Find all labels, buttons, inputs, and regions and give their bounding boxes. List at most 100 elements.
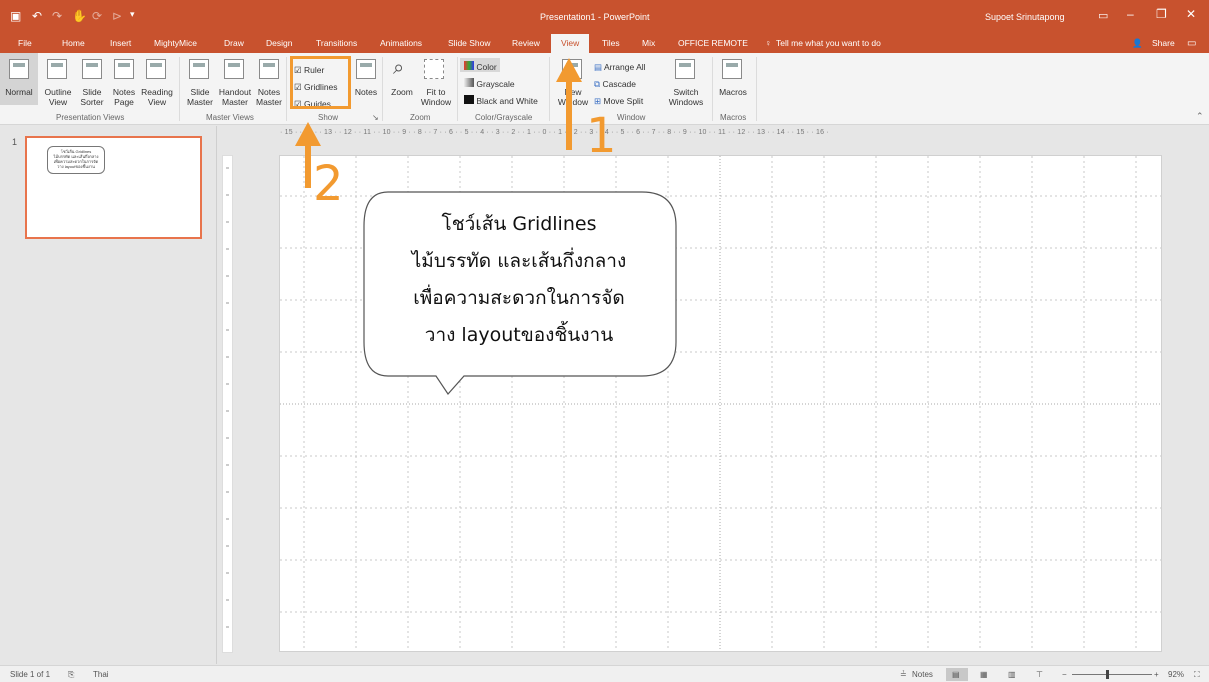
tab-office-remote[interactable]: OFFICE REMOTE xyxy=(678,38,748,48)
comments-icon[interactable]: ▭ xyxy=(1187,38,1196,49)
share-icon[interactable]: 👤 xyxy=(1132,38,1143,49)
new-window-button[interactable]: New Window xyxy=(556,87,590,107)
minimize-icon[interactable]: – xyxy=(1127,7,1134,21)
color-label: Color xyxy=(476,62,497,72)
notes-page-button[interactable]: Notes Page xyxy=(110,87,138,107)
close-icon[interactable]: ✕ xyxy=(1186,7,1196,21)
collapse-ribbon-icon[interactable]: ⌃ xyxy=(1196,111,1204,122)
save-icon[interactable]: ▣ xyxy=(10,9,21,23)
color-options: Color Grayscale Black and White xyxy=(464,59,538,110)
zoom-in-icon[interactable]: + xyxy=(1154,670,1159,679)
handout-master-icon xyxy=(224,59,244,79)
slide-sorter-icon xyxy=(82,59,102,79)
tab-view-active[interactable]: View xyxy=(551,34,589,53)
divider xyxy=(179,57,180,121)
cascade-button[interactable]: ⧉ Cascade xyxy=(594,76,646,93)
grayscale-option[interactable]: Grayscale xyxy=(464,76,538,93)
redo-icon[interactable]: ↷ xyxy=(52,9,62,23)
tab-home[interactable]: Home xyxy=(62,38,85,48)
show-label: Show xyxy=(318,113,339,122)
customize-qat-icon[interactable]: ▾ xyxy=(130,9,135,20)
tab-review[interactable]: Review xyxy=(512,38,540,48)
zoom-slider-thumb[interactable] xyxy=(1106,670,1109,679)
maximize-icon[interactable]: ❐ xyxy=(1156,7,1167,21)
language-indicator[interactable]: Thai xyxy=(93,670,109,679)
window-title: Presentation1 - PowerPoint xyxy=(540,12,650,22)
cascade-label: Cascade xyxy=(602,79,637,89)
slide-sorter-button[interactable]: Slide Sorter xyxy=(77,87,107,107)
slide-thumbnails-pane: 1 โชว์เส้น Gridlines ไม้บรรทัด และเส้นกึ… xyxy=(0,126,217,664)
ribbon-display-icon[interactable]: ▭ xyxy=(1098,9,1108,22)
tab-mix[interactable]: Mix xyxy=(642,38,655,48)
tell-me-box[interactable]: Tell me what you want to do xyxy=(776,38,881,48)
macros-icon xyxy=(722,59,742,79)
notes-icon: ≟ xyxy=(900,670,907,679)
touch-mode-icon[interactable]: ✋ xyxy=(72,9,87,23)
zoom-out-icon[interactable]: − xyxy=(1062,670,1067,679)
slide-sorter-status-icon[interactable]: ▦ xyxy=(980,670,988,679)
normal-view-status-icon[interactable]: ▤ xyxy=(952,670,960,679)
slide-master-button[interactable]: Slide Master xyxy=(183,87,217,107)
black-white-swatch-icon xyxy=(464,95,474,104)
reading-view-button[interactable]: Reading View xyxy=(140,87,174,107)
grayscale-label: Grayscale xyxy=(476,79,515,89)
zoom-button[interactable]: Zoom xyxy=(387,87,417,97)
slide-thumbnail[interactable]: โชว์เส้น Gridlines ไม้บรรทัด และเส้นกึ่ง… xyxy=(25,136,202,239)
switch-windows-button[interactable]: Switch Windows xyxy=(664,87,708,107)
lightbulb-icon: ♀ xyxy=(765,38,772,48)
divider xyxy=(382,57,383,121)
grayscale-swatch-icon xyxy=(464,78,474,87)
zoom-level[interactable]: 92% xyxy=(1168,670,1184,679)
zoom-slider[interactable] xyxy=(1072,674,1152,675)
arrange-all-button[interactable]: ▤ Arrange All xyxy=(594,59,646,76)
outline-view-button[interactable]: Outline View xyxy=(42,87,74,107)
handout-master-button[interactable]: Handout Master xyxy=(215,87,255,107)
tab-animations[interactable]: Animations xyxy=(380,38,422,48)
window-label: Window xyxy=(617,113,646,122)
notes-page-icon xyxy=(114,59,134,79)
share-button[interactable]: Share xyxy=(1152,38,1175,48)
tab-design[interactable]: Design xyxy=(266,38,292,48)
divider xyxy=(286,57,287,121)
fit-slide-icon[interactable]: ⛶ xyxy=(1194,670,1200,680)
cascade-icon: ⧉ xyxy=(594,79,601,89)
black-white-option[interactable]: Black and White xyxy=(464,93,538,110)
repeat-icon[interactable]: ⟳ xyxy=(92,9,102,23)
slide-canvas[interactable]: โชว์เส้น Gridlines ไม้บรรทัด และเส้นกึ่ง… xyxy=(279,155,1162,652)
divider xyxy=(712,57,713,121)
spellcheck-icon[interactable]: ⎘ xyxy=(68,670,74,680)
callout-line-3: เพื่อความสะดวกในการจัด xyxy=(413,287,625,309)
tab-mightymice[interactable]: MightyMice xyxy=(154,38,197,48)
undo-icon[interactable]: ↶ xyxy=(32,9,42,23)
macros-button[interactable]: Macros xyxy=(716,87,750,97)
arrange-all-icon: ▤ xyxy=(594,62,603,72)
callout-line-4: วาง layoutของชิ้นงาน xyxy=(424,324,614,346)
color-option[interactable]: Color xyxy=(464,59,538,76)
notes-master-button[interactable]: Notes Master xyxy=(253,87,285,107)
tab-view[interactable]: View xyxy=(561,38,579,48)
thumbnail-callout: โชว์เส้น Gridlines ไม้บรรทัด และเส้นกึ่ง… xyxy=(47,146,105,174)
notes-button[interactable]: Notes xyxy=(353,87,379,97)
tab-draw[interactable]: Draw xyxy=(224,38,244,48)
start-icon[interactable]: ⊳ xyxy=(112,9,122,23)
status-bar: Slide 1 of 1 ⎘ Thai ≟ Notes ▤ ▦ ▥ ⊤ − + … xyxy=(0,665,1209,682)
tab-slide-show[interactable]: Slide Show xyxy=(448,38,491,48)
notes-toggle[interactable]: Notes xyxy=(912,670,933,679)
color-swatch-icon xyxy=(464,61,474,70)
tab-tiles[interactable]: Tiles xyxy=(602,38,620,48)
tab-transitions[interactable]: Transitions xyxy=(316,38,357,48)
dialog-launcher-icon[interactable]: ↘ xyxy=(372,113,379,122)
zoom-icon: ⌕ xyxy=(393,57,405,79)
slideshow-status-icon[interactable]: ⊤ xyxy=(1036,670,1043,679)
outline-view-icon xyxy=(47,59,67,79)
divider xyxy=(457,57,458,121)
presentation-views-label: Presentation Views xyxy=(56,113,125,122)
tab-insert[interactable]: Insert xyxy=(110,38,131,48)
fit-to-window-button[interactable]: Fit to Window xyxy=(418,87,454,107)
normal-button[interactable]: Normal xyxy=(1,87,37,97)
master-views-label: Master Views xyxy=(206,113,254,122)
user-name[interactable]: Supoet Srinutapong xyxy=(985,12,1065,22)
reading-view-status-icon[interactable]: ▥ xyxy=(1008,670,1016,679)
tab-file[interactable]: File xyxy=(18,38,32,48)
reading-view-icon xyxy=(146,59,166,79)
